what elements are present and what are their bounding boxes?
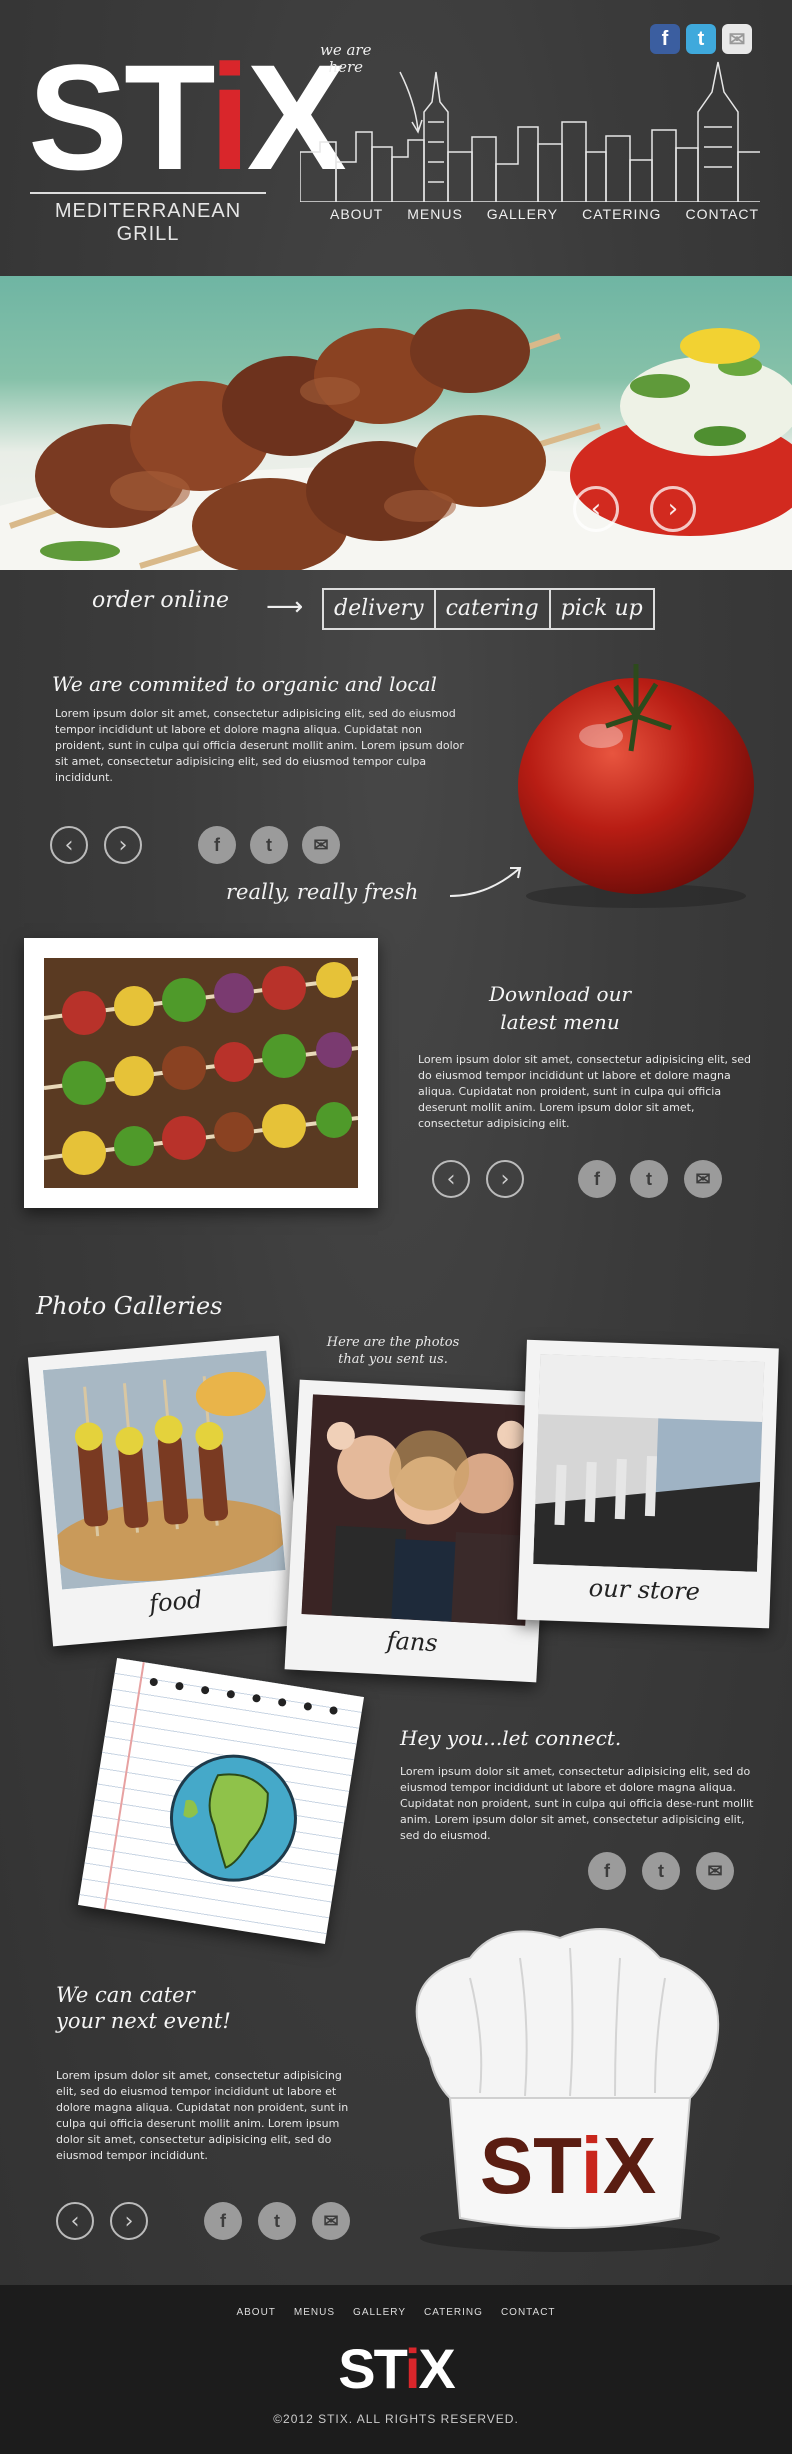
hero-slider: ‹ ›	[0, 276, 792, 570]
fresh-tagline: really, really fresh	[226, 880, 419, 904]
store-photo	[533, 1354, 765, 1572]
gallery-food-card[interactable]: food	[27, 1335, 305, 1647]
social-links-top: f t ✉	[650, 24, 752, 54]
connect-heading: Hey you...let connect.	[400, 1726, 622, 1750]
arrow-right-icon: ⟶	[266, 592, 304, 622]
mail-icon[interactable]: ✉	[696, 1852, 734, 1890]
galleries-note: Here are the photos that you sent us.	[326, 1335, 460, 1367]
twitter-icon[interactable]: t	[642, 1852, 680, 1890]
food-photo	[43, 1350, 286, 1590]
twitter-icon[interactable]: t	[258, 2202, 296, 2240]
organic-next-button[interactable]: ›	[104, 826, 142, 864]
footer-nav-contact[interactable]: CONTACT	[501, 2307, 556, 2318]
organic-prev-button[interactable]: ‹	[50, 826, 88, 864]
nav-gallery[interactable]: GALLERY	[487, 206, 558, 222]
order-options: delivery catering pick up	[322, 588, 655, 630]
gallery-fans-card[interactable]: fans	[284, 1379, 552, 1683]
mail-icon[interactable]: ✉	[684, 1160, 722, 1198]
order-delivery-link[interactable]: delivery	[324, 590, 436, 628]
chef-hat-image: STiX	[415, 1928, 720, 2252]
menu-heading: Download our latest menu	[488, 982, 632, 1034]
cater-heading: We can cater your next event!	[56, 1983, 231, 2033]
stix-logo[interactable]: STiX MEDITERRANEAN GRILL	[28, 42, 347, 245]
arrow-curve-icon	[449, 867, 522, 897]
connect-text: Lorem ipsum dolor sit amet, consectetur …	[400, 1765, 754, 1842]
cater-text: Lorem ipsum dolor sit amet, consectetur …	[56, 2069, 349, 2162]
mail-icon[interactable]: ✉	[312, 2202, 350, 2240]
order-catering-link[interactable]: catering	[436, 590, 551, 628]
facebook-icon[interactable]: f	[198, 826, 236, 864]
city-skyline-illustration	[300, 61, 760, 202]
gallery-store-card[interactable]: our store	[517, 1339, 779, 1629]
nav-catering[interactable]: CATERING	[582, 206, 661, 222]
menu-text: Lorem ipsum dolor sit amet, consectetur …	[418, 1053, 752, 1130]
mail-icon[interactable]: ✉	[302, 826, 340, 864]
main-nav: ABOUT MENUS GALLERY CATERING CONTACT	[330, 206, 759, 222]
tomato-image	[518, 664, 754, 908]
nav-menus[interactable]: MENUS	[407, 206, 463, 222]
footer-logo[interactable]: STiX	[0, 2341, 792, 2397]
notebook-globe-card	[77, 1657, 365, 1945]
footer-nav-gallery[interactable]: GALLERY	[353, 2307, 406, 2318]
logo-subtitle: MEDITERRANEAN GRILL	[30, 192, 266, 246]
nav-contact[interactable]: CONTACT	[685, 206, 759, 222]
footer-nav: ABOUT MENUS GALLERY CATERING CONTACT	[0, 2307, 792, 2318]
order-pickup-link[interactable]: pick up	[551, 590, 653, 628]
fans-photo	[301, 1394, 537, 1626]
facebook-icon[interactable]: f	[650, 24, 680, 54]
twitter-icon[interactable]: t	[630, 1160, 668, 1198]
cater-next-button[interactable]: ›	[110, 2202, 148, 2240]
nav-about[interactable]: ABOUT	[330, 206, 383, 222]
facebook-icon[interactable]: f	[588, 1852, 626, 1890]
facebook-icon[interactable]: f	[204, 2202, 242, 2240]
hat-logo: STiX	[480, 2121, 656, 2210]
order-online-label: order online	[92, 588, 230, 613]
organic-heading: We are commited to organic and local	[52, 672, 437, 696]
footer-nav-menus[interactable]: MENUS	[294, 2307, 335, 2318]
cater-prev-button[interactable]: ‹	[56, 2202, 94, 2240]
hero-next-button[interactable]: ›	[650, 486, 696, 532]
kebab-stamp-photo	[24, 938, 378, 1208]
kebab-skewers-image	[44, 958, 358, 1188]
organic-text: Lorem ipsum dolor sit amet, consectetur …	[55, 707, 464, 784]
copyright-text: ©2012 STIX. ALL RIGHTS RESERVED.	[273, 2412, 519, 2426]
site-header: STiX MEDITERRANEAN GRILL f t ✉ we are he…	[0, 0, 792, 276]
galleries-heading: Photo Galleries	[36, 1292, 223, 1320]
menu-next-button[interactable]: ›	[486, 1160, 524, 1198]
footer-nav-about[interactable]: ABOUT	[236, 2307, 275, 2318]
facebook-icon[interactable]: f	[578, 1160, 616, 1198]
hero-prev-button[interactable]: ‹	[573, 486, 619, 532]
menu-prev-button[interactable]: ‹	[432, 1160, 470, 1198]
footer-nav-catering[interactable]: CATERING	[424, 2307, 483, 2318]
twitter-icon[interactable]: t	[686, 24, 716, 54]
site-footer: ABOUT MENUS GALLERY CATERING CONTACT STi…	[0, 2285, 792, 2454]
mail-icon[interactable]: ✉	[722, 24, 752, 54]
twitter-icon[interactable]: t	[250, 826, 288, 864]
